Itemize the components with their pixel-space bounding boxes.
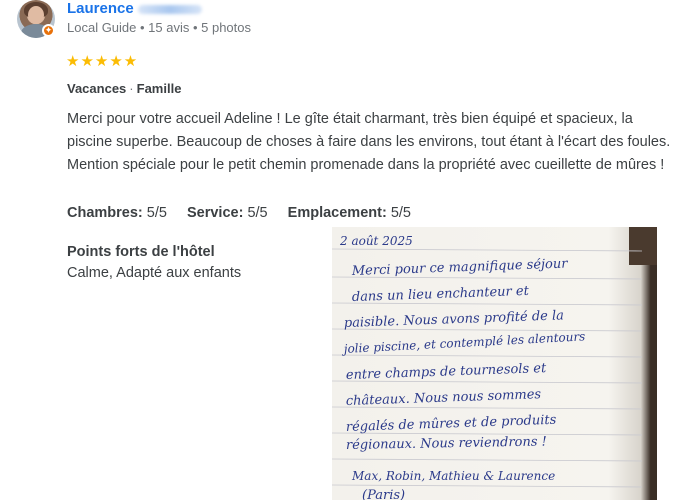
local-guide-badge-icon: ✦ (42, 24, 55, 37)
handwriting-line: entre champs de tournesols et (346, 361, 548, 383)
handwriting-line: (Paris) (362, 488, 405, 500)
sub-rating-location: Emplacement: 5/5 (288, 205, 411, 221)
reviewer-meta: Local Guide • 15 avis • 5 photos (67, 20, 251, 35)
sub-rating-service: Service: 5/5 (187, 205, 268, 221)
handwriting-line: 2 août 2025 (339, 234, 413, 248)
guestbook-handwriting: 2 août 2025 Merci pour ce magnifique séj… (332, 234, 643, 500)
handwriting-line: paisible. Nous avons profité de la (344, 308, 565, 331)
handwriting-line: Merci pour ce magnifique séjour (351, 256, 569, 279)
trip-tags: Vacances · Famille (67, 81, 181, 96)
star-rating: ★★★★★ (66, 53, 139, 70)
sub-rating-label: Emplacement: (287, 205, 387, 221)
sub-ratings: Chambres: 5/5 Service: 5/5 Emplacement: … (67, 205, 427, 221)
reviewer-name[interactable]: Laurence (67, 0, 134, 17)
sub-rating-value: 5/5 (247, 205, 268, 221)
avatar-face (28, 6, 44, 24)
companion-tag: Famille (136, 81, 182, 96)
review-photo[interactable]: 2 août 2025 Merci pour ce magnifique séj… (332, 227, 657, 500)
trip-type-tag: Vacances (67, 81, 127, 96)
tag-separator: · (129, 81, 134, 96)
handwriting-line: régalés de mûres et de produits (346, 413, 557, 435)
handwriting-line: jolie piscine, et contemplé les alentour… (340, 329, 585, 356)
handwriting-line: régionaux. Nous reviendrons ! (346, 434, 547, 453)
handwriting-line: Max, Robin, Mathieu & Laurence (351, 469, 555, 483)
sub-rating-label: Service: (186, 205, 244, 221)
highlights-title: Points forts de l'hôtel (67, 244, 215, 260)
sub-rating-rooms: Chambres: 5/5 (67, 205, 167, 221)
review-text: Merci pour votre accueil Adeline ! Le gî… (67, 111, 671, 173)
sub-rating-value: 5/5 (390, 205, 411, 221)
highlights-value: Calme, Adapté aux enfants (67, 265, 242, 281)
name-redaction-blur (138, 5, 202, 14)
handwriting-line: châteaux. Nous nous sommes (346, 387, 542, 409)
sub-rating-value: 5/5 (146, 205, 167, 221)
sub-rating-label: Chambres: (67, 205, 143, 221)
handwriting-line: dans un lieu enchanteur et (352, 284, 530, 305)
